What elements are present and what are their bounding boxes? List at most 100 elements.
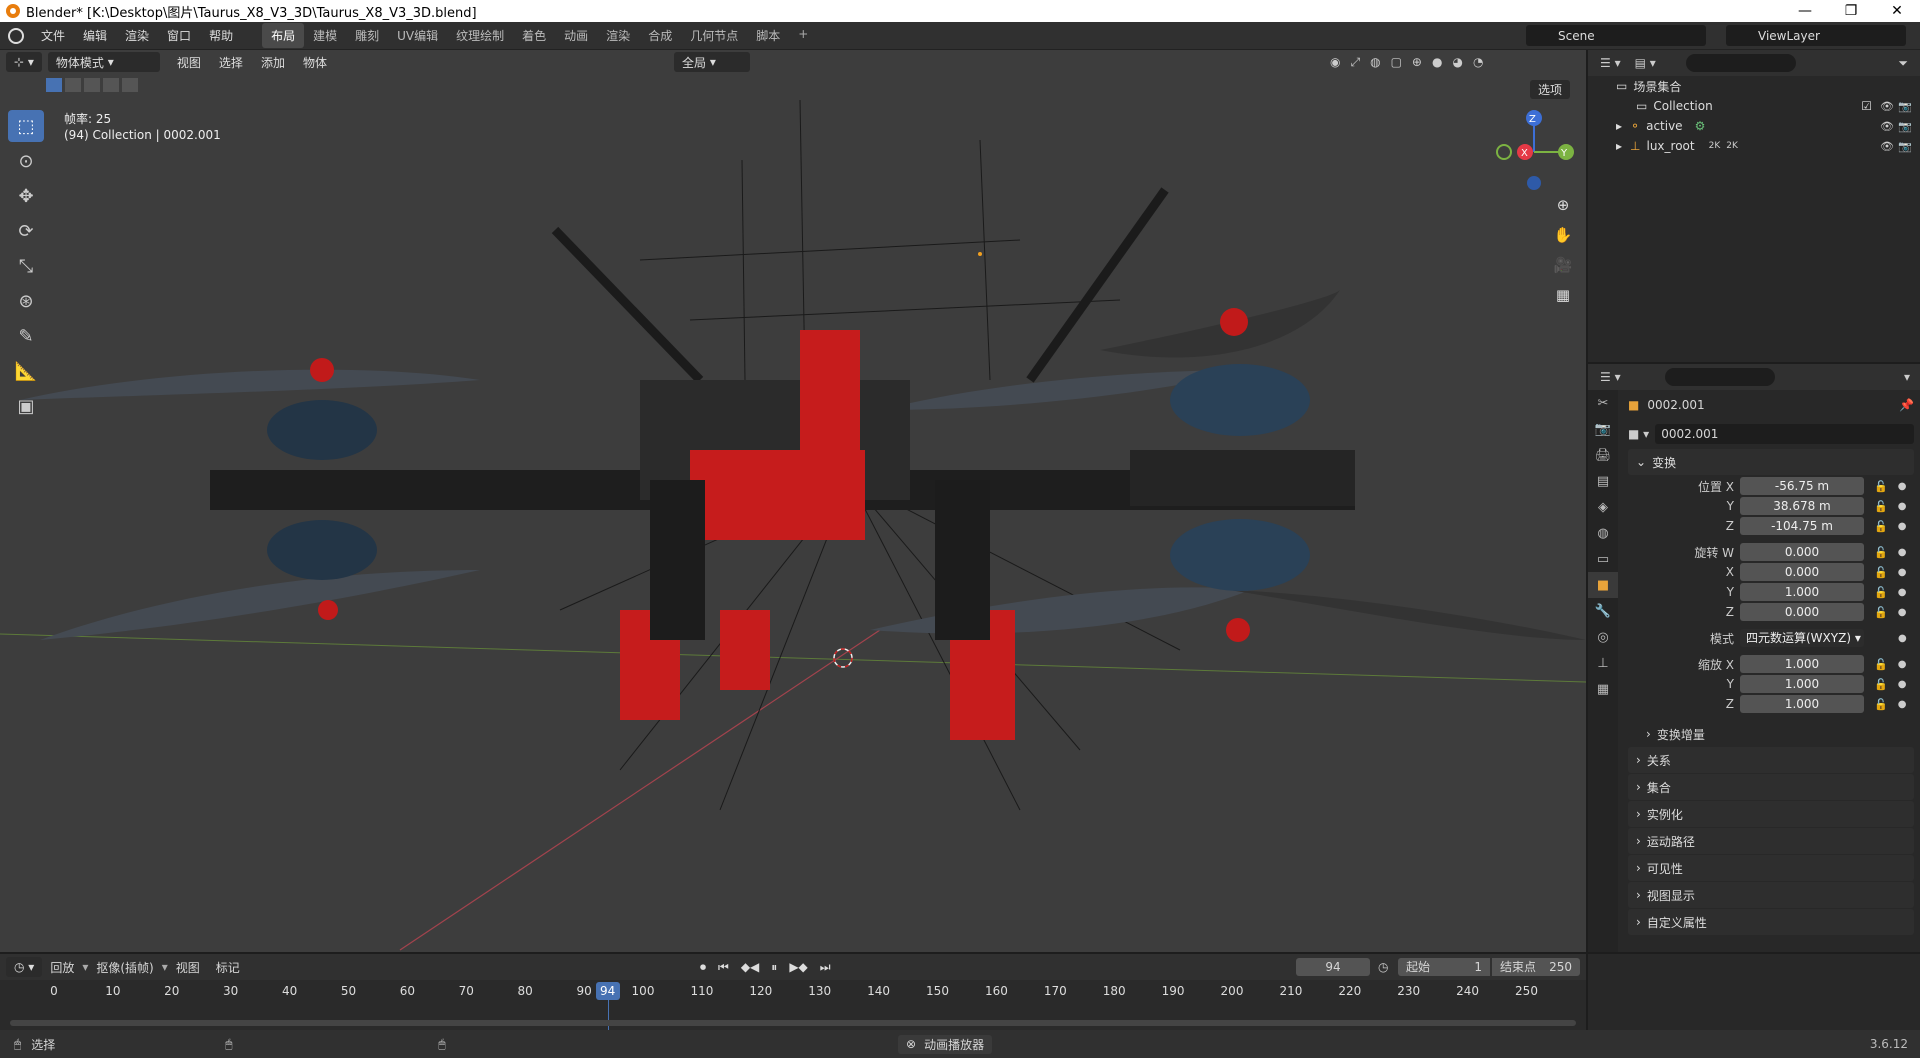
location-x-field[interactable]: -56.75 m: [1740, 477, 1864, 495]
eye-icon[interactable]: 👁: [1880, 140, 1894, 153]
cursor-tool-icon[interactable]: ⊙: [8, 145, 44, 177]
keyframe-dot[interactable]: ●: [1898, 547, 1907, 558]
measure-tool-icon[interactable]: 📐: [8, 355, 44, 387]
lock-icon[interactable]: 🔓: [1874, 500, 1888, 513]
tab-uv-editing[interactable]: UV编辑: [388, 23, 447, 48]
menu-timeline-view[interactable]: 视图: [168, 959, 208, 976]
rotation-x-field[interactable]: 0.000: [1740, 563, 1864, 581]
scale-z-field[interactable]: 1.000: [1740, 695, 1864, 713]
close-button[interactable]: ✕: [1874, 0, 1920, 22]
pin-icon[interactable]: 📌: [1899, 398, 1914, 412]
scene-collection-row[interactable]: ▭ 场景集合: [1588, 76, 1920, 96]
scale-tool-icon[interactable]: ⤡: [8, 250, 44, 282]
camera-view-icon[interactable]: 🎥: [1550, 252, 1576, 278]
scene-selector[interactable]: Scene: [1526, 25, 1706, 46]
timeline-scrollbar[interactable]: [10, 1020, 1576, 1026]
rotate-tool-icon[interactable]: ⟳: [8, 215, 44, 247]
outliner-item-lux-root[interactable]: ▸ ⊥ lux_root 2K 2K 👁 📷: [1588, 136, 1920, 156]
location-z-field[interactable]: -104.75 m: [1740, 517, 1864, 535]
xray-icon[interactable]: ▢: [1391, 55, 1402, 70]
world-tab-icon[interactable]: ◍: [1588, 520, 1618, 546]
timeline-editor-icon[interactable]: ◷ ▾: [6, 957, 43, 977]
frame-ruler[interactable]: 0 10 20 30 40 50 60 70 80 90 100 110 120 130 140 150 160…: [0, 982, 1586, 1040]
keyframe-dot[interactable]: ●: [1898, 659, 1907, 670]
start-frame-field[interactable]: 起始 1: [1398, 958, 1490, 976]
tab-animation[interactable]: 动画: [555, 23, 597, 48]
material-shading-icon[interactable]: ◕: [1452, 55, 1462, 70]
menu-view[interactable]: 视图: [168, 54, 210, 71]
visibility-icon[interactable]: ◉: [1330, 55, 1340, 70]
wireframe-shading-icon[interactable]: ⊕: [1412, 55, 1422, 70]
rotation-y-field[interactable]: 1.000: [1740, 583, 1864, 601]
rendered-shading-icon[interactable]: ◔: [1473, 55, 1483, 70]
next-keyframe-icon[interactable]: ▶◆: [789, 960, 807, 975]
section-motion-paths[interactable]: › 运动路径: [1628, 828, 1914, 854]
record-icon[interactable]: ⏺: [700, 960, 706, 975]
prev-keyframe-icon[interactable]: ◆◀: [741, 960, 759, 975]
menu-edit[interactable]: 编辑: [74, 27, 116, 44]
blender-menu-icon[interactable]: [8, 27, 24, 44]
animation-player-indicator[interactable]: ⊗ 动画播放器: [898, 1034, 993, 1054]
maximize-button[interactable]: ❐: [1828, 0, 1874, 22]
zoom-icon[interactable]: ⊕: [1550, 192, 1576, 218]
location-y-field[interactable]: 38.678 m: [1740, 497, 1864, 515]
display-mode-icon[interactable]: ▤ ▾: [1635, 56, 1656, 70]
keyframe-dot[interactable]: ●: [1898, 633, 1907, 644]
output-tab-icon[interactable]: 🖨: [1588, 442, 1618, 468]
tab-compositing[interactable]: 合成: [639, 23, 681, 48]
tool-tab-icon[interactable]: ✂: [1588, 390, 1618, 416]
rotation-z-field[interactable]: 0.000: [1740, 603, 1864, 621]
add-cube-tool-icon[interactable]: ▣: [8, 390, 44, 422]
minimize-button[interactable]: —: [1782, 0, 1828, 22]
keyframe-dot[interactable]: ●: [1898, 587, 1907, 598]
select-new-icon[interactable]: [46, 78, 62, 92]
menu-marker[interactable]: 标记: [208, 959, 248, 976]
section-instancing[interactable]: › 实例化: [1628, 801, 1914, 827]
cancel-icon[interactable]: ⊗: [906, 1037, 916, 1051]
view-layer-tab-icon[interactable]: ▤: [1588, 468, 1618, 494]
keyframe-dot[interactable]: ●: [1898, 699, 1907, 710]
interaction-mode-dropdown[interactable]: 物体模式 ▾: [47, 52, 160, 72]
lock-icon[interactable]: 🔓: [1874, 606, 1888, 619]
lock-icon[interactable]: 🔓: [1874, 546, 1888, 559]
section-viewport-display[interactable]: › 视图显示: [1628, 882, 1914, 908]
preview-range-icon[interactable]: ◷: [1378, 960, 1388, 974]
collection-tab-icon[interactable]: ▭: [1588, 546, 1618, 572]
annotate-tool-icon[interactable]: ✎: [8, 320, 44, 352]
lock-icon[interactable]: 🔓: [1874, 658, 1888, 671]
rotation-w-field[interactable]: 0.000: [1740, 543, 1864, 561]
render-tab-icon[interactable]: 📷: [1588, 416, 1618, 442]
keyframe-dot[interactable]: ●: [1898, 521, 1907, 532]
options-button[interactable]: 选项: [1530, 80, 1571, 99]
tab-shading[interactable]: 着色: [513, 23, 555, 48]
lock-icon[interactable]: 🔓: [1874, 586, 1888, 599]
properties-options-icon[interactable]: ▾: [1904, 370, 1910, 384]
keyframe-dot[interactable]: ●: [1898, 501, 1907, 512]
data-tab-icon[interactable]: ▦: [1588, 676, 1618, 702]
section-collections[interactable]: › 集合: [1628, 774, 1914, 800]
modifier-tab-icon[interactable]: 🔧: [1588, 598, 1618, 624]
constraints-tab-icon[interactable]: ⊥: [1588, 650, 1618, 676]
select-box-tool-icon[interactable]: ⬚: [8, 110, 44, 142]
filter-icon[interactable]: ⏷: [1898, 56, 1908, 71]
exclude-checkbox[interactable]: ☑: [1861, 99, 1872, 113]
menu-add[interactable]: 添加: [252, 54, 294, 71]
perspective-grid-icon[interactable]: ▦: [1550, 282, 1576, 308]
outliner-item-active[interactable]: ▸ ⚬ active ⚙ 👁 📷: [1588, 116, 1920, 136]
object-name-field[interactable]: 0002.001: [1655, 424, 1914, 444]
outliner-editor-icon[interactable]: ☰ ▾: [1600, 56, 1621, 70]
render-camera-icon[interactable]: 📷: [1898, 100, 1912, 113]
tab-rendering[interactable]: 渲染: [597, 23, 639, 48]
tab-modeling[interactable]: 建模: [304, 23, 346, 48]
menu-help[interactable]: 帮助: [200, 27, 242, 44]
delta-transform-header[interactable]: › 变换增量: [1628, 722, 1920, 746]
properties-editor-icon[interactable]: ☰ ▾: [1600, 370, 1621, 384]
tab-geometry-nodes[interactable]: 几何节点: [681, 23, 747, 48]
section-visibility[interactable]: › 可见性: [1628, 855, 1914, 881]
transform-orientation-dropdown[interactable]: 全局 ▾: [674, 52, 750, 72]
eye-icon[interactable]: 👁: [1880, 120, 1894, 133]
overlay-toggle-icon[interactable]: ◍: [1370, 55, 1380, 70]
menu-file[interactable]: 文件: [32, 27, 74, 44]
render-camera-icon[interactable]: 📷: [1898, 140, 1912, 153]
lock-icon[interactable]: 🔓: [1874, 678, 1888, 691]
